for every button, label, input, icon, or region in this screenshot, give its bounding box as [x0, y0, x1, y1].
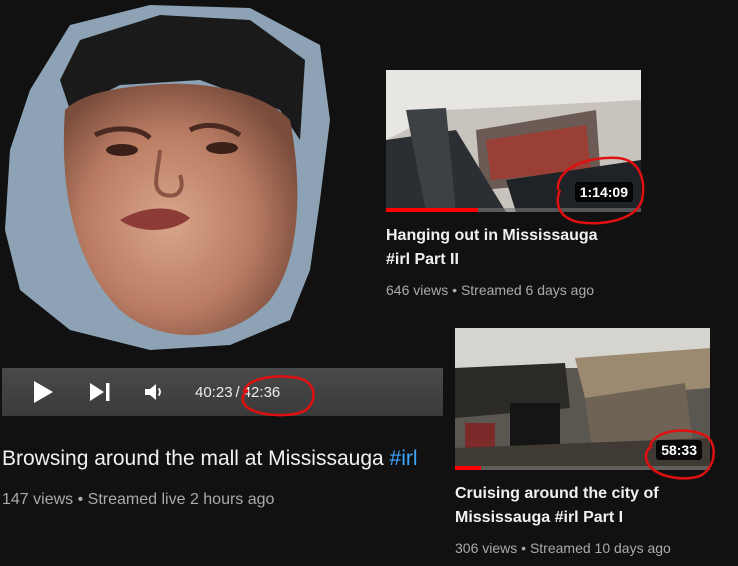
video-meta-2: 306 views • Streamed 10 days ago [455, 540, 671, 556]
watched-progress-track [455, 466, 710, 470]
views-count: 306 views [455, 540, 518, 556]
views-count: 646 views [386, 282, 449, 298]
current-time: 40:23 [195, 383, 233, 401]
player-control-bar: 40:23 / 42:36 [2, 368, 443, 416]
views-count: 147 views [2, 491, 74, 508]
main-video-title[interactable]: Browsing around the mall at Mississauga … [2, 447, 418, 471]
volume-icon [145, 384, 161, 400]
video-title-2[interactable]: Cruising around the city of Mississauga … [455, 482, 659, 530]
streamed-date: Streamed 10 days ago [529, 540, 671, 556]
duration-badge: 1:14:09 [574, 182, 633, 202]
volume-button[interactable] [144, 368, 164, 416]
video-thumbnail-2[interactable]: 58:33 [455, 328, 710, 470]
meta-separator: • [77, 491, 84, 508]
video-meta-1: 646 views • Streamed 6 days ago [386, 282, 594, 298]
play-icon [34, 381, 53, 403]
title-line: Mississauga #irl Part I [455, 509, 624, 526]
meta-separator: • [521, 540, 527, 556]
streamed-date: Streamed live 2 hours ago [87, 491, 275, 508]
face-cutout-image [0, 0, 340, 360]
streamed-date: Streamed 6 days ago [460, 282, 595, 298]
meta-separator: • [452, 282, 458, 298]
hashtag-link[interactable]: #irl [390, 447, 418, 470]
duration-badge: 58:33 [656, 440, 702, 460]
skip-next-icon [90, 383, 110, 401]
title-line: Cruising around the city of [455, 485, 659, 502]
watched-progress-fill [386, 208, 478, 212]
video-title-1[interactable]: Hanging out in Mississauga #irl Part II [386, 224, 598, 272]
timecode: 40:23 / 42:36 [195, 368, 280, 416]
watched-progress-fill [455, 466, 481, 470]
play-button[interactable] [32, 368, 54, 416]
main-video-meta: 147 views • Streamed live 2 hours ago [2, 491, 274, 509]
time-separator: / [235, 383, 240, 401]
total-time: 42:36 [242, 383, 281, 401]
next-button[interactable] [88, 368, 112, 416]
title-text: Browsing around the mall at Mississauga [2, 447, 384, 470]
title-line: Hanging out in Mississauga [386, 227, 598, 244]
title-line: #irl Part II [386, 251, 459, 268]
video-thumbnail-1[interactable]: 1:14:09 [386, 70, 641, 212]
watched-progress-track [386, 208, 641, 212]
